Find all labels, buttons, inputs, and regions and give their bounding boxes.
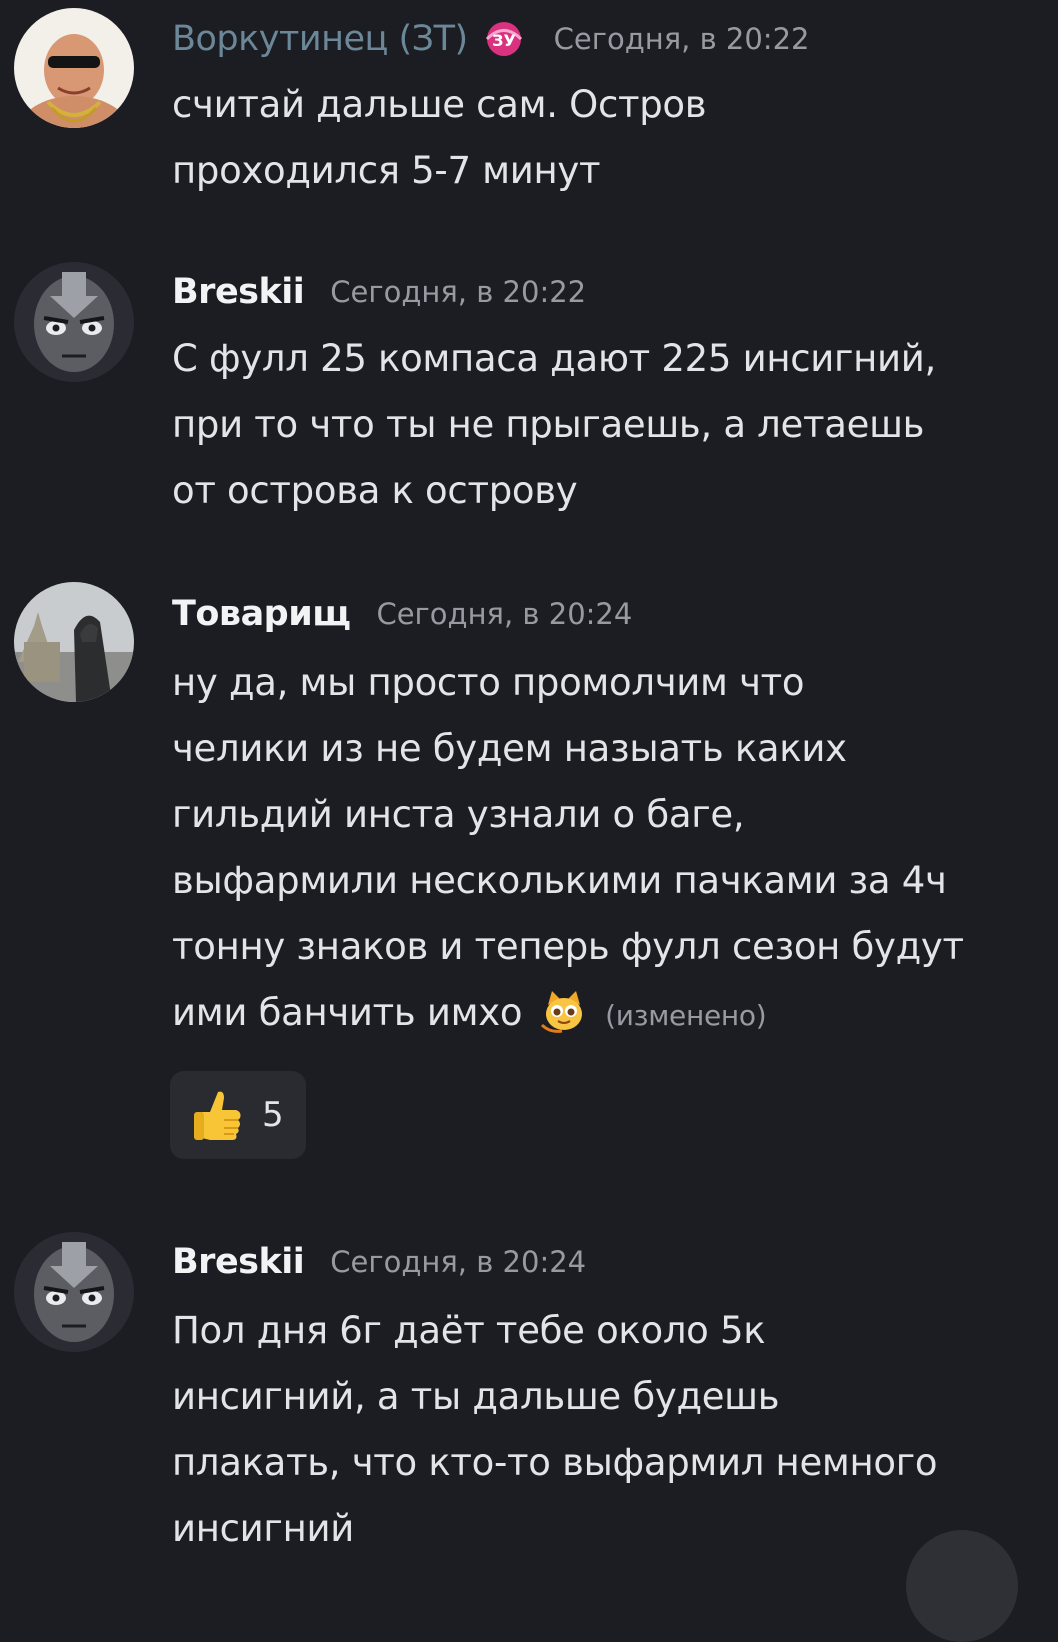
message-line: считай дальше сам. Остров: [172, 83, 707, 126]
message-line: от острова к острову: [172, 469, 578, 512]
timestamp: Сегодня, в 20:24: [330, 1245, 587, 1279]
role-badge-icon[interactable]: ЗУ: [480, 18, 528, 60]
avatar-photo-icon: [14, 8, 134, 128]
timestamp: Сегодня, в 20:22: [330, 275, 587, 309]
author-name[interactable]: Воркутинец (ЗТ): [172, 19, 468, 59]
message-line: при то что ты не прыгаешь, а летаешь: [172, 403, 925, 446]
author-name[interactable]: Товарищ: [172, 594, 351, 634]
avatar[interactable]: [14, 582, 134, 702]
author-name[interactable]: Breskii: [172, 1242, 305, 1282]
avatar-building-icon: [14, 582, 134, 702]
message-header: Воркутинец (ЗТ) ЗУ Сегодня, в 20:22: [172, 18, 809, 60]
edited-label: (изменено): [605, 999, 767, 1032]
avatar[interactable]: [14, 8, 134, 128]
message-line: тонну знаков и теперь фулл сезон будут: [172, 925, 964, 968]
avatar-cartoon-icon: [14, 262, 134, 382]
avatar-cartoon-icon: [14, 1232, 134, 1352]
message-line: ну да, мы просто промолчим что: [172, 661, 805, 704]
message-line: Пол дня 6г даёт тебе около 5к: [172, 1309, 766, 1352]
message-line: инсигний: [172, 1507, 354, 1550]
message-line: челики из не будем назыать каких: [172, 727, 847, 770]
message-line: ими банчить имхо: [172, 991, 523, 1034]
message-line-last: ими банчить имхо (изменено): [172, 980, 1032, 1049]
author-name[interactable]: Breskii: [172, 272, 305, 312]
message-content: считай дальше сам. Остров проходился 5-7…: [172, 72, 1032, 204]
message-header: Breskii Сегодня, в 20:22: [172, 272, 586, 312]
message-header: Breskii Сегодня, в 20:24: [172, 1242, 586, 1282]
cat-face-emoji-icon[interactable]: [540, 987, 588, 1035]
message-line: проходился 5-7 минут: [172, 149, 601, 192]
message-content: Пол дня 6г даёт тебе около 5к инсигний, …: [172, 1298, 1032, 1562]
scroll-to-bottom-button[interactable]: [906, 1530, 1018, 1642]
timestamp: Сегодня, в 20:24: [376, 597, 633, 631]
avatar[interactable]: [14, 1232, 134, 1352]
thumbs-up-icon: [194, 1091, 241, 1140]
message-content: С фулл 25 компаса дают 225 инсигний, при…: [172, 326, 1032, 524]
message-line: С фулл 25 компаса дают 225 инсигний,: [172, 337, 936, 380]
svg-text:ЗУ: ЗУ: [492, 31, 516, 50]
message-line: выфармили несколькими пачками за 4ч: [172, 859, 947, 902]
reaction-thumbs-up[interactable]: 5: [170, 1071, 306, 1159]
timestamp: Сегодня, в 20:22: [553, 22, 810, 56]
avatar[interactable]: [14, 262, 134, 382]
message-header: Товарищ Сегодня, в 20:24: [172, 594, 632, 634]
message-line: инсигний, а ты дальше будешь: [172, 1375, 780, 1418]
reaction-count: 5: [262, 1095, 284, 1135]
message-line: гильдий инста узнали о баге,: [172, 793, 745, 836]
message-content: ну да, мы просто промолчим что челики из…: [172, 650, 1032, 1049]
message-line: плакать, что кто-то выфармил немного: [172, 1441, 938, 1484]
